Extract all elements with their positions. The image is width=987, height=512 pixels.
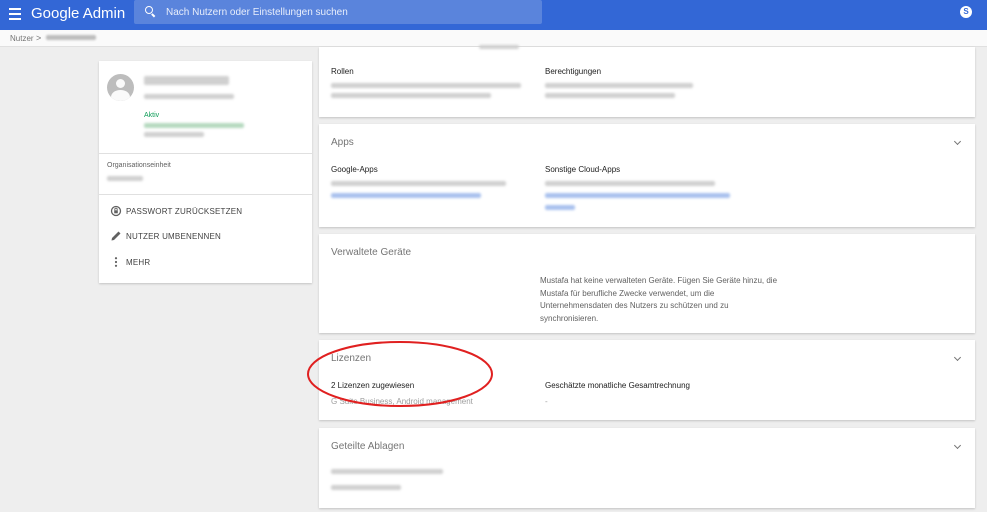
pencil-icon xyxy=(111,231,121,241)
more-label: MEHR xyxy=(126,257,151,267)
user-email-redacted xyxy=(144,94,234,99)
user-name-redacted xyxy=(144,76,229,85)
top-app-bar: Google Admin S xyxy=(0,0,987,30)
divider xyxy=(99,194,312,195)
other-cloud-apps-label: Sonstige Cloud-Apps xyxy=(545,165,621,174)
monthly-billing-label: Geschätzte monatliche Gesamtrechnung xyxy=(545,381,690,390)
roles-value-redacted xyxy=(331,93,491,98)
other-apps-link-redacted[interactable] xyxy=(545,205,575,210)
roles-card: Rollen Berechtigungen xyxy=(319,45,975,117)
breadcrumb-user-name-redacted xyxy=(46,35,96,40)
other-apps-link-redacted[interactable] xyxy=(545,193,730,198)
google-apps-link-redacted[interactable] xyxy=(331,193,481,198)
assigned-licenses-label: 2 Lizenzen zugewiesen xyxy=(331,381,415,390)
user-profile-card: Aktiv Organisationseinheit PASSWORT ZURÜ… xyxy=(99,61,312,283)
shared-drives-title: Geteilte Ablagen xyxy=(331,441,405,452)
permissions-value-redacted xyxy=(545,93,675,98)
licenses-title: Lizenzen xyxy=(331,353,372,364)
reset-password-icon xyxy=(110,205,122,217)
menu-icon[interactable] xyxy=(9,8,21,22)
breadcrumb-separator: > xyxy=(36,33,42,43)
licenses-card[interactable]: Lizenzen 2 Lizenzen zugewiesen G Suite B… xyxy=(319,340,975,420)
more-vert-icon xyxy=(114,257,118,267)
apps-card[interactable]: Apps Google-Apps Sonstige Cloud-Apps xyxy=(319,124,975,227)
reset-password-button[interactable]: PASSWORT ZURÜCKSETZEN xyxy=(110,204,242,218)
monthly-billing-value: - xyxy=(545,397,548,406)
divider xyxy=(99,153,312,154)
apps-card-title: Apps xyxy=(331,137,354,148)
user-avatar xyxy=(107,74,134,101)
shared-drives-value-redacted xyxy=(331,469,443,474)
permissions-label: Berechtigungen xyxy=(545,67,602,76)
card-title-redacted xyxy=(479,45,519,49)
google-apps-label: Google-Apps xyxy=(331,165,378,174)
chevron-down-icon[interactable] xyxy=(953,443,962,452)
managed-devices-title: Verwaltete Geräte xyxy=(331,247,412,258)
breadcrumb-users-link[interactable]: Nutzer xyxy=(10,34,34,43)
other-apps-value-redacted xyxy=(545,181,715,186)
permissions-value-redacted xyxy=(545,83,693,88)
chevron-down-icon[interactable] xyxy=(953,139,962,148)
chevron-down-icon[interactable] xyxy=(953,355,962,364)
assigned-licenses-value: G Suite Business, Android management xyxy=(331,397,473,406)
last-login-redacted xyxy=(144,123,244,128)
search-box[interactable] xyxy=(134,0,542,24)
managed-devices-card[interactable]: Verwaltete Geräte Mustafa hat keine verw… xyxy=(319,234,975,333)
created-date-redacted xyxy=(144,132,204,137)
org-unit-value-redacted xyxy=(107,176,143,181)
user-status: Aktiv xyxy=(144,112,160,119)
rename-user-button[interactable]: NUTZER UMBENENNEN xyxy=(110,229,221,243)
shared-drives-card[interactable]: Geteilte Ablagen xyxy=(319,428,975,508)
roles-label: Rollen xyxy=(331,67,354,76)
rename-user-label: NUTZER UMBENENNEN xyxy=(126,231,221,241)
search-input[interactable] xyxy=(166,4,526,20)
roles-value-redacted xyxy=(331,83,521,88)
search-icon xyxy=(145,6,156,18)
managed-devices-description: Mustafa hat keine verwalteten Geräte. Fü… xyxy=(540,276,778,323)
account-avatar-icon[interactable]: S xyxy=(960,6,972,18)
reset-password-label: PASSWORT ZURÜCKSETZEN xyxy=(126,206,243,216)
shared-drives-value-redacted xyxy=(331,485,401,490)
org-unit-label: Organisationseinheit xyxy=(107,162,171,169)
google-apps-value-redacted xyxy=(331,181,506,186)
app-title[interactable]: Google Admin xyxy=(31,5,125,22)
more-button[interactable]: MEHR xyxy=(110,255,150,269)
